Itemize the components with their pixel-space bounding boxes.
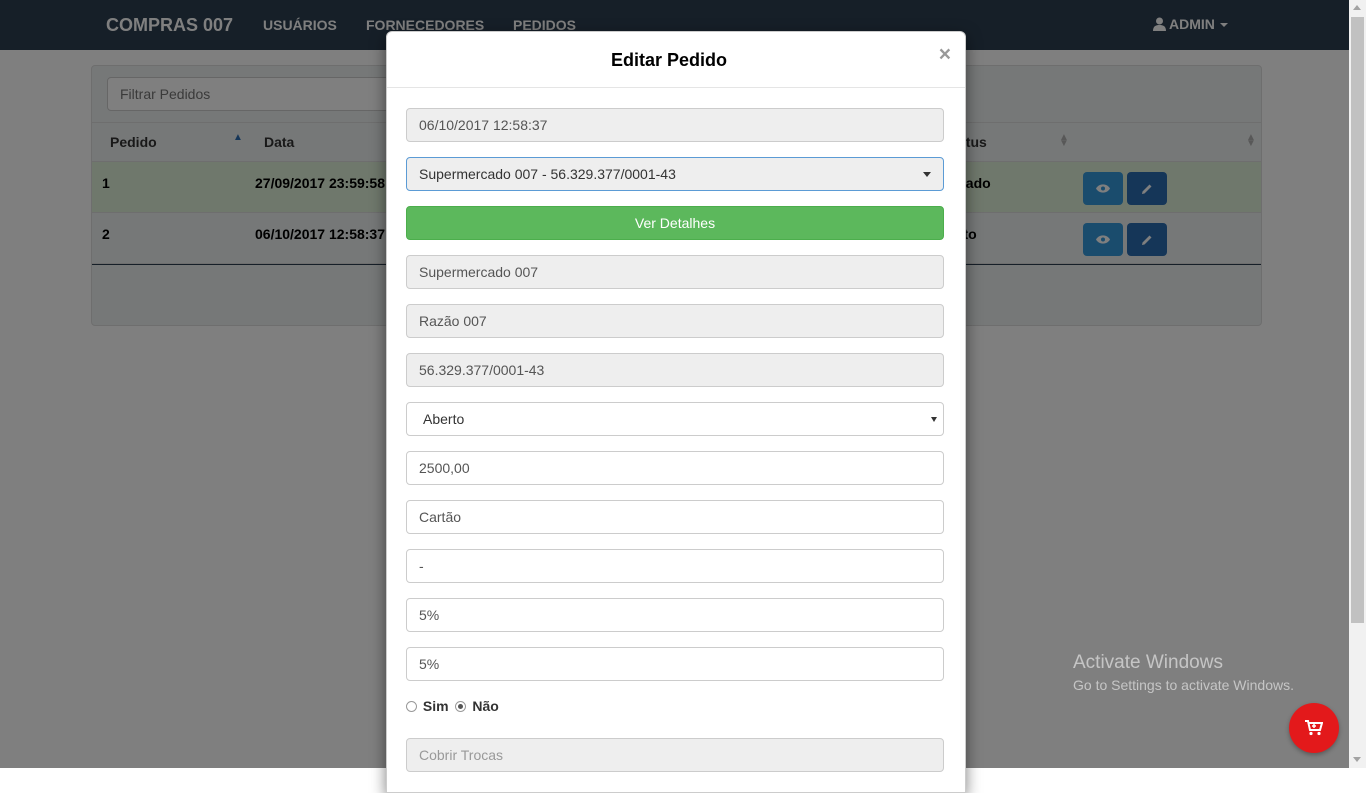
dash-input[interactable]: - bbox=[406, 549, 944, 583]
radio-sim-label: Sim bbox=[422, 698, 449, 714]
modal-header: Editar Pedido × bbox=[387, 32, 965, 88]
status-select-value: Aberto bbox=[423, 411, 465, 427]
fantasy-name-field: Supermercado 007 bbox=[406, 255, 944, 289]
cover-exchanges-field: Cobrir Trocas bbox=[406, 738, 944, 772]
status-select[interactable]: Aberto bbox=[406, 402, 944, 436]
supplier-select-value: Supermercado 007 - 56.329.377/0001-43 bbox=[419, 166, 676, 182]
payment-input[interactable]: Cartão bbox=[406, 500, 944, 534]
radio-nao-label: Não bbox=[472, 698, 499, 714]
radio-sim[interactable] bbox=[406, 701, 417, 712]
percent-input-2[interactable]: 5% bbox=[406, 647, 944, 681]
date-field: 06/10/2017 12:58:37 bbox=[406, 108, 944, 142]
percent-input-1[interactable]: 5% bbox=[406, 598, 944, 632]
value-input[interactable]: 2500,00 bbox=[406, 451, 944, 485]
radio-group: Sim Não bbox=[406, 698, 499, 714]
edit-order-modal: Editar Pedido × 06/10/2017 12:58:37 Supe… bbox=[386, 31, 966, 793]
cnpj-field: 56.329.377/0001-43 bbox=[406, 353, 944, 387]
scroll-down-icon[interactable] bbox=[1353, 757, 1361, 762]
windows-watermark-title: Activate Windows bbox=[1073, 652, 1223, 673]
close-icon[interactable]: × bbox=[939, 44, 951, 65]
cart-icon bbox=[1305, 720, 1323, 736]
supplier-select[interactable]: Supermercado 007 - 56.329.377/0001-43 bbox=[406, 157, 944, 191]
scrollbar[interactable] bbox=[1349, 0, 1366, 768]
cart-button[interactable] bbox=[1289, 703, 1339, 753]
scrollbar-thumb[interactable] bbox=[1351, 17, 1364, 623]
windows-watermark-subtitle: Go to Settings to activate Windows. bbox=[1073, 677, 1294, 693]
chevron-down-icon bbox=[931, 417, 937, 422]
scroll-up-icon[interactable] bbox=[1353, 5, 1361, 10]
radio-nao[interactable] bbox=[455, 701, 467, 712]
chevron-down-icon bbox=[923, 172, 931, 177]
view-details-button[interactable]: Ver Detalhes bbox=[406, 206, 944, 240]
modal-title: Editar Pedido bbox=[610, 50, 727, 70]
company-name-field: Razão 007 bbox=[406, 304, 944, 338]
